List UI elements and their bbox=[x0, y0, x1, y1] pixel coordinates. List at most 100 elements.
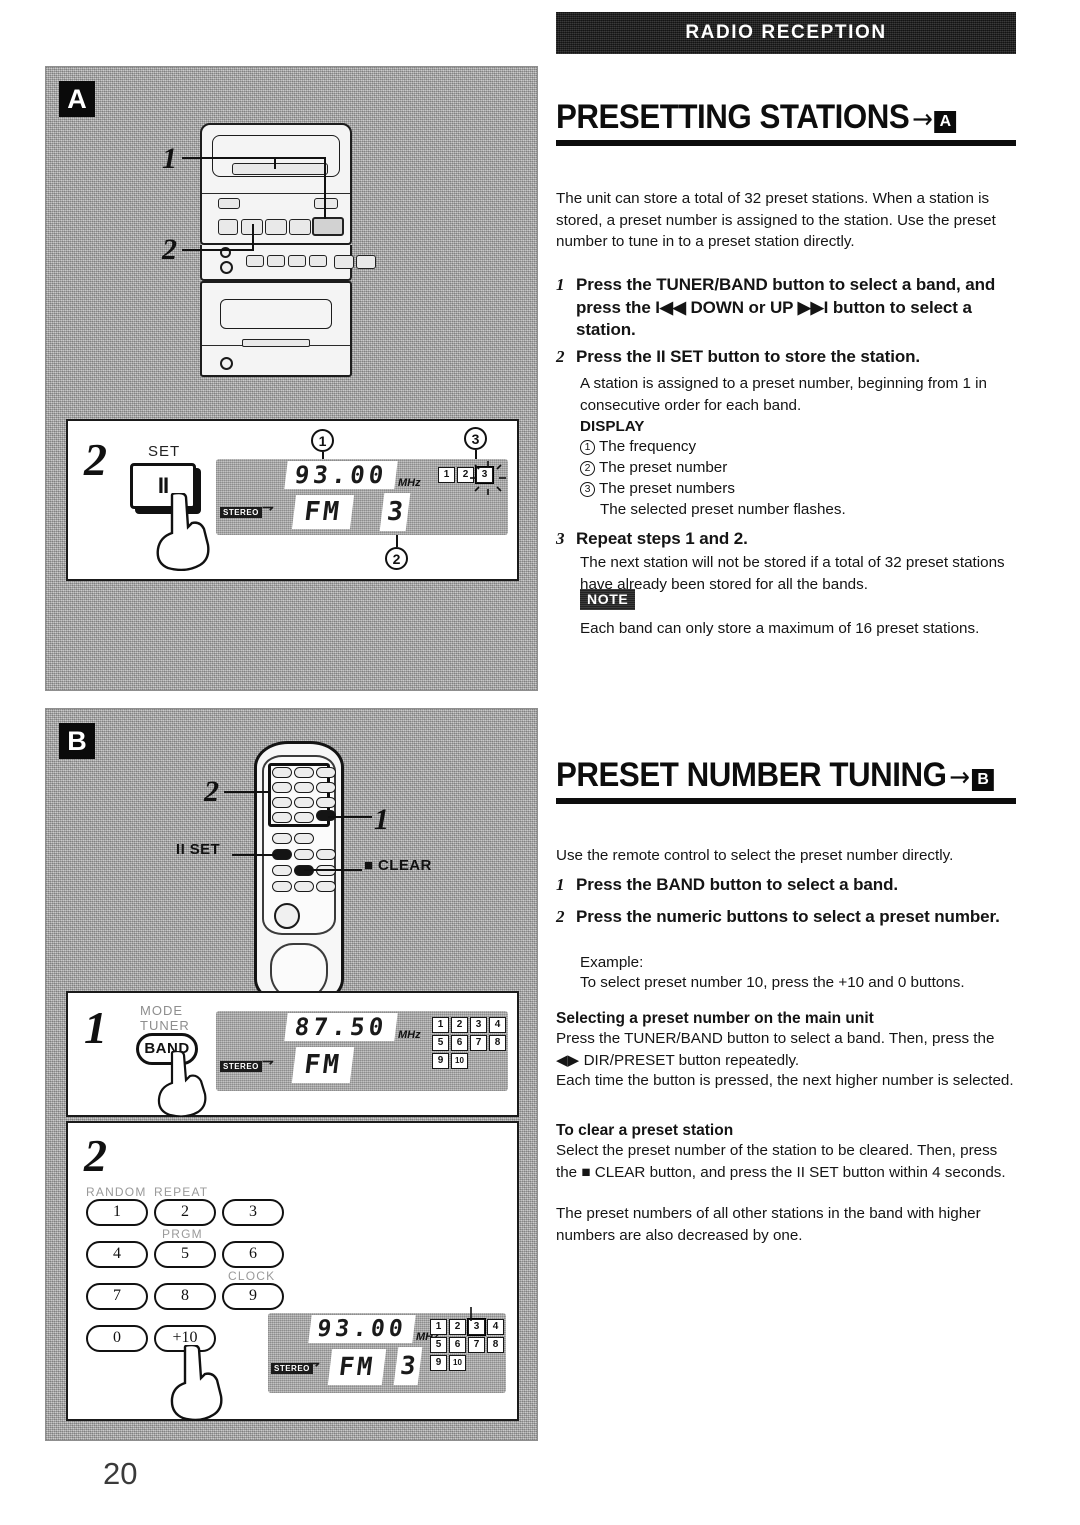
panel-a-callout-2: 2 bbox=[162, 233, 177, 266]
preset-cell: 3 bbox=[470, 1017, 487, 1033]
callout-2-leader bbox=[182, 249, 254, 251]
preset-cell: 1 bbox=[430, 1319, 447, 1335]
numeric-key-8[interactable]: 8 bbox=[154, 1283, 216, 1310]
panel-b-callout-clear: ■ CLEAR bbox=[364, 857, 432, 874]
step-text: Repeat steps 1 and 2. bbox=[576, 529, 748, 548]
flash-rays-icon bbox=[470, 1307, 472, 1321]
numeric-key-0[interactable]: 0 bbox=[86, 1325, 148, 1352]
step-text: Press the II SET button to store the sta… bbox=[576, 347, 921, 366]
numeric-key-4[interactable]: 4 bbox=[86, 1241, 148, 1268]
numeric-key-7[interactable]: 7 bbox=[86, 1283, 148, 1310]
step-index: 3 bbox=[556, 529, 565, 548]
panel-b-callout-set: II SET bbox=[176, 841, 221, 858]
numeric-key-5[interactable]: 5 bbox=[154, 1241, 216, 1268]
section-1-step-1: 1 Press the TUNER/BAND button to select … bbox=[556, 274, 1016, 342]
stereo-indicator: STEREO bbox=[220, 507, 262, 518]
preset-cell: 6 bbox=[449, 1337, 466, 1353]
chapter-header: RADIO RECEPTION bbox=[556, 12, 1016, 54]
display-flash-note: The selected preset number flashes. bbox=[600, 501, 846, 518]
display-ref-1: 1 bbox=[580, 440, 595, 455]
panel-a-detail-inset: 2 SET II 1 3 2 93.00 MHz STEREO ⇁ FM 3 1… bbox=[66, 419, 519, 581]
key-caption-clock: CLOCK bbox=[228, 1269, 276, 1283]
figure-panel-a: A 1 2 2 SET II 1 3 2 93.00 MHz STEREO ⇁ … bbox=[45, 66, 538, 691]
step-text: Press the BAND button to select a band. bbox=[576, 875, 898, 894]
preset-cell: 8 bbox=[487, 1337, 504, 1353]
preset-cell: 4 bbox=[489, 1017, 506, 1033]
panel-b-detail2-inset: 2 RANDOM REPEAT 1 2 3 PRGM 4 5 6 CLOCK 7… bbox=[66, 1121, 519, 1421]
preset-cell: 5 bbox=[430, 1337, 447, 1353]
preset-cell: 6 bbox=[451, 1035, 468, 1051]
section-1-badge: A bbox=[934, 111, 957, 133]
set-key-caption: SET bbox=[148, 443, 181, 460]
pointing-finger-icon bbox=[156, 493, 210, 571]
numeric-key-9[interactable]: 9 bbox=[222, 1283, 284, 1310]
arrow-icon: → bbox=[949, 762, 970, 793]
intro-text: Use the remote control to select the pre… bbox=[556, 847, 954, 864]
callout-set-leader bbox=[232, 854, 276, 856]
body-text: Press the TUNER/BAND button to select a … bbox=[556, 1030, 995, 1069]
section-1-step-2: 2 Press the II SET button to store the s… bbox=[556, 346, 1016, 369]
callout-2b-leader bbox=[224, 791, 268, 793]
preset-cell: 7 bbox=[470, 1035, 487, 1051]
preset-cell: 7 bbox=[468, 1337, 485, 1353]
section-2-step-1: 1 Press the BAND button to select a band… bbox=[556, 874, 1016, 897]
body-text: Select the preset number of the station … bbox=[556, 1142, 1006, 1181]
subsection-1-line-2: Each time the button is pressed, the nex… bbox=[556, 1070, 1016, 1092]
callout-1-leader bbox=[182, 157, 276, 159]
figure-panel-b: B 2 1 II SET ■ CLEAR 1 MODE TUNER BAND 8… bbox=[45, 708, 538, 1441]
step-index: 1 bbox=[556, 875, 565, 894]
detail2-step-number: 2 bbox=[84, 1130, 107, 1181]
section-1-step-3: 3 Repeat steps 1 and 2. bbox=[556, 528, 1016, 551]
step-text: Press the numeric buttons to select a pr… bbox=[576, 907, 1000, 926]
numeric-key-3[interactable]: 3 bbox=[222, 1199, 284, 1226]
display-ref-2: 2 bbox=[580, 461, 595, 476]
numeric-key-6[interactable]: 6 bbox=[222, 1241, 284, 1268]
lcd-preset-cells: 1 2 3 4 5 6 7 8 9 10 bbox=[432, 1017, 510, 1069]
section-2-title: PRESET NUMBER TUNING bbox=[556, 756, 947, 794]
subsection-2-line-2: The preset numbers of all other stations… bbox=[556, 1203, 1016, 1246]
detail-ref-1: 1 bbox=[311, 429, 334, 452]
detail1-step-number: 1 bbox=[84, 1002, 107, 1053]
preset-cell: 5 bbox=[432, 1035, 449, 1051]
manual-page: A 1 2 2 SET II 1 3 2 93.00 MHz STEREO ⇁ … bbox=[0, 0, 1080, 1525]
lcd-display-b1: 87.50 MHz STEREO ⇁ FM 1 2 3 4 5 6 7 8 9 bbox=[216, 1011, 508, 1091]
subsection-2-title: To clear a preset station bbox=[556, 1122, 734, 1139]
preset-cell: 1 bbox=[432, 1017, 449, 1033]
step-index: 2 bbox=[556, 907, 565, 926]
preset-cell: 9 bbox=[432, 1053, 449, 1069]
preset-cell: 10 bbox=[451, 1053, 468, 1069]
stereo-indicator: STEREO bbox=[220, 1061, 262, 1072]
page-number: 20 bbox=[103, 1456, 138, 1491]
numeric-key-2[interactable]: 2 bbox=[154, 1199, 216, 1226]
lcd-frequency: 87.50 bbox=[284, 1013, 398, 1041]
preset-cell: 1 bbox=[438, 467, 455, 483]
section-rule bbox=[556, 797, 1016, 804]
panel-b-detail1-inset: 1 MODE TUNER BAND 87.50 MHz STEREO ⇁ FM … bbox=[66, 991, 519, 1117]
step-index: 1 bbox=[556, 275, 565, 294]
display-item-2: 2 The preset number bbox=[580, 457, 1016, 479]
display-heading: DISPLAY bbox=[580, 418, 645, 435]
chapter-title: RADIO RECEPTION bbox=[685, 22, 887, 43]
preset-cell: 10 bbox=[449, 1355, 466, 1371]
lcd-frequency: 93.00 bbox=[284, 461, 398, 489]
display-ref-3: 3 bbox=[580, 482, 595, 497]
illustration-column: A 1 2 2 SET II 1 3 2 93.00 MHz STEREO ⇁ … bbox=[45, 0, 540, 1525]
panel-b-callout-2: 2 bbox=[204, 775, 219, 808]
callout-clear-leader bbox=[304, 869, 362, 871]
preset-cell: 8 bbox=[489, 1035, 506, 1051]
section-2-step-2: 2 Press the numeric buttons to select a … bbox=[556, 906, 1016, 929]
pointing-finger-icon bbox=[170, 1345, 223, 1421]
panel-a-callout-1: 1 bbox=[162, 142, 177, 175]
callout-1-leader-c bbox=[274, 157, 326, 159]
step-index: 2 bbox=[556, 347, 565, 366]
display-item-3-text: The preset numbers bbox=[599, 480, 735, 497]
section-2-badge: B bbox=[971, 769, 994, 791]
lcd-preset-number: 3 bbox=[393, 1347, 423, 1385]
panel-b-badge: B bbox=[59, 723, 95, 759]
body-text: Each time the button is pressed, the nex… bbox=[556, 1072, 1014, 1089]
subsection-1-title: Selecting a preset number on the main un… bbox=[556, 1010, 874, 1027]
detail-ref-2: 2 bbox=[385, 547, 408, 570]
preset-cell: 2 bbox=[451, 1017, 468, 1033]
numeric-key-1[interactable]: 1 bbox=[86, 1199, 148, 1226]
section-heading-preset-number-tuning: PRESET NUMBER TUNING → B bbox=[556, 756, 1016, 804]
